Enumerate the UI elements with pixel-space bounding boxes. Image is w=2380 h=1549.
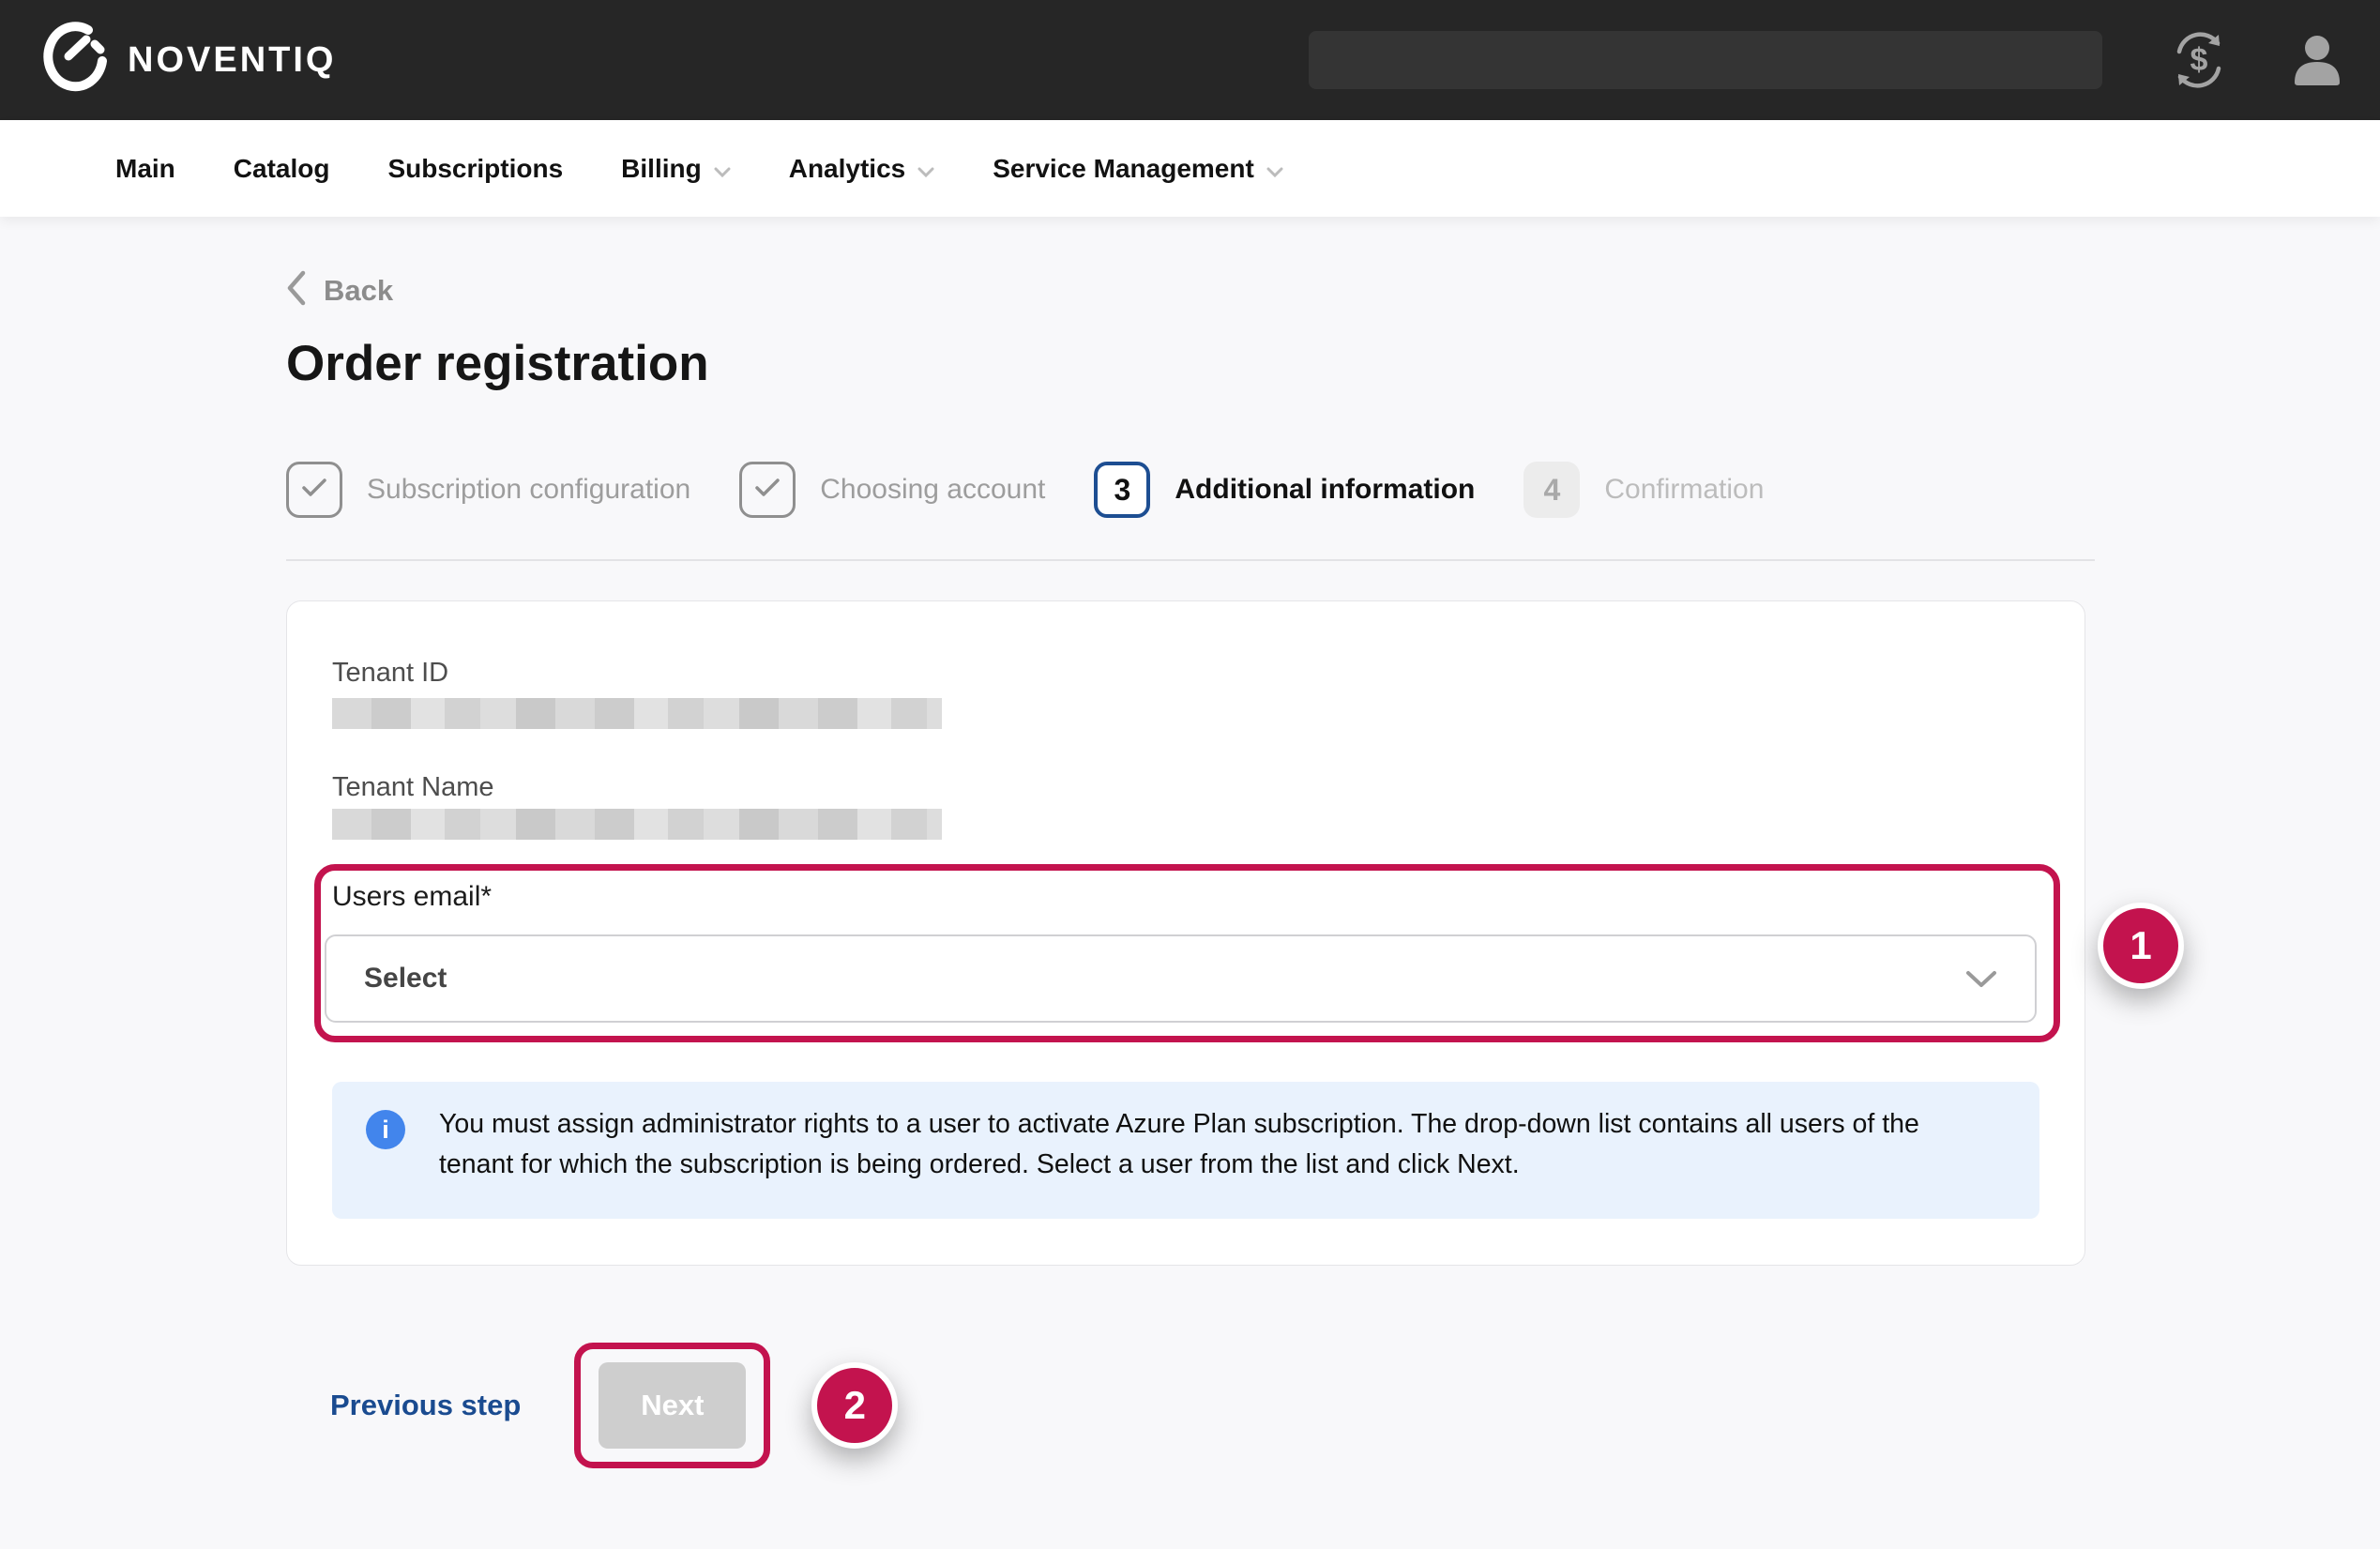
nav-item-service-management[interactable]: Service Management [993, 154, 1283, 184]
step-number-box: 3 [1094, 462, 1150, 518]
stepper-divider [286, 559, 2095, 561]
nav-item-analytics[interactable]: Analytics [789, 154, 935, 184]
step-label: Choosing account [820, 474, 1045, 506]
step-check-box [739, 462, 796, 518]
step-label: Subscription configuration [367, 474, 690, 506]
step-check-box [286, 462, 342, 518]
nav-item-main[interactable]: Main [115, 154, 175, 184]
users-email-label: Users email* [332, 881, 492, 913]
annotation-badge-2: 2 [811, 1362, 898, 1449]
step-label: Additional information [1175, 474, 1475, 506]
svg-text:$: $ [2191, 42, 2208, 78]
step-confirmation: 4 Confirmation [1524, 462, 1764, 518]
chevron-left-icon [286, 270, 307, 311]
user-profile-icon[interactable] [2286, 29, 2348, 91]
order-registration-page: NOVENTIQ $ Main Catalo [0, 0, 2380, 1549]
nav-item-catalog[interactable]: Catalog [234, 154, 330, 184]
nav-label: Subscriptions [387, 154, 563, 184]
top-header-bar: NOVENTIQ $ [0, 0, 2380, 120]
chevron-down-icon [917, 154, 934, 184]
previous-step-link[interactable]: Previous step [330, 1389, 521, 1422]
step-choosing-account[interactable]: Choosing account [739, 462, 1045, 518]
info-box: i You must assign administrator rights t… [332, 1082, 2039, 1219]
main-navigation: Main Catalog Subscriptions Billing Analy… [0, 120, 2380, 217]
back-link[interactable]: Back [286, 270, 393, 311]
additional-information-card: Tenant ID Tenant Name Users email* Selec… [286, 600, 2085, 1266]
tenant-id-label: Tenant ID [332, 658, 448, 689]
chevron-down-icon [1266, 154, 1283, 184]
users-email-select-value: Select [364, 963, 447, 995]
wizard-actions: Previous step Next 2 [286, 1343, 2380, 1468]
nav-label: Analytics [789, 154, 906, 184]
nav-label: Billing [621, 154, 702, 184]
step-additional-information[interactable]: 3 Additional information [1094, 462, 1475, 518]
tenant-name-label: Tenant Name [332, 772, 494, 803]
info-icon: i [366, 1110, 405, 1149]
nav-item-subscriptions[interactable]: Subscriptions [387, 154, 563, 184]
step-number-box: 4 [1524, 462, 1580, 518]
page-title: Order registration [286, 335, 2380, 392]
info-text: You must assign administrator rights to … [439, 1104, 1940, 1185]
chevron-down-icon [714, 154, 731, 184]
noventiq-logo-icon [43, 22, 109, 99]
next-button[interactable]: Next [599, 1362, 746, 1449]
header-icons: $ [2168, 29, 2348, 91]
nav-label: Catalog [234, 154, 330, 184]
step-subscription-configuration[interactable]: Subscription configuration [286, 462, 690, 518]
tenant-id-value-redacted [332, 698, 942, 729]
nav-label: Main [115, 154, 175, 184]
nav-item-billing[interactable]: Billing [621, 154, 731, 184]
wizard-stepper: Subscription configuration Choosing acco… [286, 462, 2380, 518]
back-label: Back [324, 274, 393, 308]
page-content: Back Order registration Subscription con… [0, 270, 2380, 1468]
currency-exchange-icon[interactable]: $ [2168, 29, 2230, 91]
nav-label: Service Management [993, 154, 1254, 184]
step-label: Confirmation [1604, 474, 1764, 506]
annotation-badge-1: 1 [2098, 903, 2184, 989]
brand-name: NOVENTIQ [128, 40, 336, 81]
checkmark-icon [754, 478, 781, 503]
checkmark-icon [301, 478, 327, 503]
header-search-input[interactable] [1309, 31, 2102, 89]
chevron-down-icon [1965, 970, 1997, 988]
annotation-highlight-next-button: Next [574, 1343, 770, 1468]
tenant-name-value-redacted [332, 809, 942, 840]
users-email-select[interactable]: Select [325, 934, 2037, 1023]
noventiq-logo[interactable]: NOVENTIQ [43, 22, 336, 99]
